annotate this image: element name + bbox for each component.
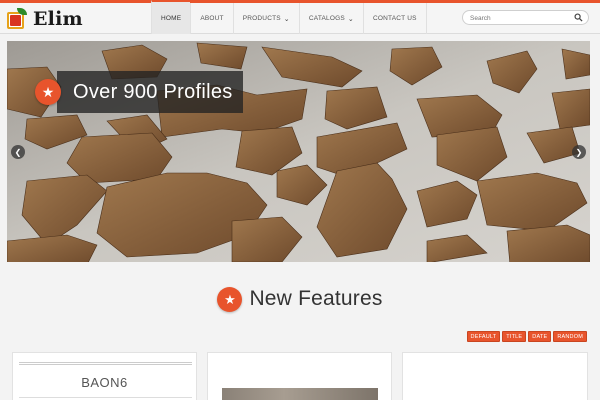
nav-item-catalogs[interactable]: CATALOGS ⌄ — [298, 3, 363, 34]
nav-label: PRODUCTS — [242, 15, 281, 22]
logo-icon — [6, 8, 28, 30]
search-input[interactable] — [470, 13, 570, 23]
card-title[interactable]: BAON6 — [13, 375, 196, 390]
search-box — [462, 10, 589, 25]
section-title: New Features — [249, 287, 383, 310]
filter-date-button[interactable]: DATE — [528, 331, 552, 342]
nav-label: CONTACT US — [373, 15, 417, 22]
brand-name: Elim — [33, 8, 83, 30]
filter-title-button[interactable]: TITLE — [502, 331, 527, 342]
filter-random-button[interactable]: RANDOM — [553, 331, 587, 342]
site-logo[interactable]: Elim — [6, 6, 83, 32]
nav-label: CATALOGS — [308, 15, 345, 22]
site-header: Elim HOME ABOUT PRODUCTS ⌄ CATALOGS ⌄ CONT… — [0, 0, 600, 34]
divider — [19, 397, 192, 398]
sort-filters: DEFAULT TITLE DATE RANDOM — [466, 331, 587, 342]
chevron-down-icon: ⌄ — [283, 15, 290, 23]
caption-box: Over 900 Profiles — [57, 71, 243, 113]
nav-item-about[interactable]: ABOUT — [190, 3, 232, 34]
section-heading: ★ New Features — [0, 282, 600, 316]
feature-card[interactable] — [207, 352, 392, 400]
star-icon: ★ — [217, 286, 243, 312]
search-icon[interactable] — [574, 13, 583, 22]
filter-default-button[interactable]: DEFAULT — [466, 331, 501, 342]
star-icon: ★ — [35, 79, 61, 105]
divider — [19, 362, 192, 365]
feature-card[interactable]: BAON6 — [12, 352, 197, 400]
hero-slider: ★ Over 900 Profiles ❮ ❯ — [7, 41, 590, 262]
chevron-left-icon[interactable]: ❮ — [11, 145, 25, 159]
nav-item-home[interactable]: HOME — [151, 0, 191, 34]
main-nav: HOME ABOUT PRODUCTS ⌄ CATALOGS ⌄ CONTACT U… — [151, 0, 427, 34]
nav-item-contact-us[interactable]: CONTACT US — [363, 3, 427, 34]
nav-label: ABOUT — [200, 15, 224, 22]
card-thumbnail[interactable] — [222, 388, 378, 400]
nav-item-products[interactable]: PRODUCTS ⌄ — [232, 3, 299, 34]
nav-label: HOME — [161, 14, 182, 22]
caption-text: Over 900 Profiles — [73, 80, 233, 103]
feature-card[interactable] — [402, 352, 588, 400]
chevron-right-icon[interactable]: ❯ — [572, 145, 586, 159]
slide-caption: ★ Over 900 Profiles — [35, 71, 243, 113]
chevron-down-icon: ⌄ — [347, 15, 354, 23]
